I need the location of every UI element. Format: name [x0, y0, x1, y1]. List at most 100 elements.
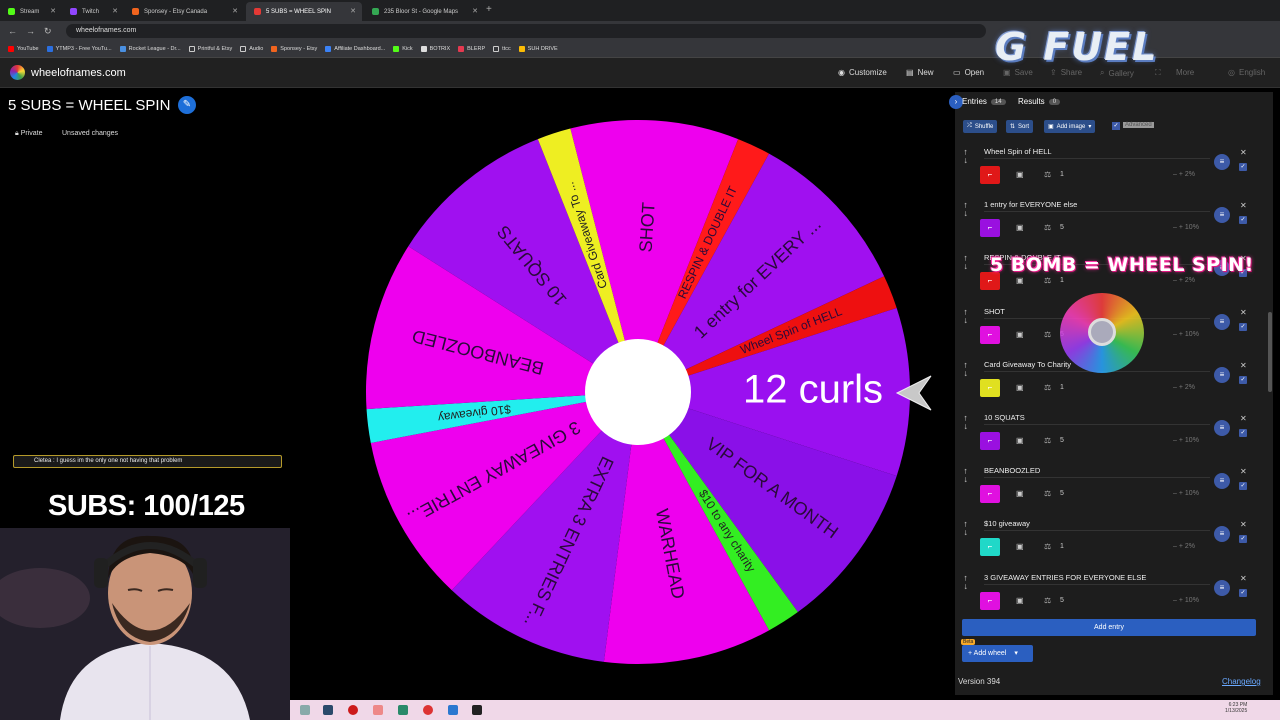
tab-twitch[interactable]: Twitch ✕	[62, 2, 124, 21]
gallery-button[interactable]: ⌕ Gallery	[1100, 68, 1134, 78]
entry-color-swatch[interactable]: ⌐	[980, 219, 1000, 238]
delete-entry-icon[interactable]: ✕	[1240, 574, 1247, 583]
close-icon[interactable]: ✕	[112, 7, 118, 15]
minus-icon[interactable]: –	[1173, 543, 1177, 550]
wheel-logo-icon[interactable]	[10, 65, 25, 80]
entry-menu-button[interactable]: ≡	[1214, 154, 1230, 170]
opera-icon[interactable]	[348, 705, 358, 715]
entry-image-icon[interactable]: ▣	[1016, 276, 1024, 285]
collapse-panel-icon[interactable]: ›	[949, 95, 963, 109]
terminal-icon[interactable]	[472, 705, 482, 715]
entry-color-swatch[interactable]: ⌐	[980, 485, 1000, 504]
entry-image-icon[interactable]: ▣	[1016, 383, 1024, 392]
reorder-arrows-icon[interactable]: ⭡ ⭣	[964, 469, 967, 485]
bookmark-folder[interactable]: ttcc	[493, 46, 511, 52]
tab-etsy[interactable]: Sponsey - Etsy Canada ✕	[124, 2, 244, 21]
entry-image-icon[interactable]: ▣	[1016, 223, 1024, 232]
reorder-arrows-icon[interactable]: ⭡ ⭣	[964, 150, 967, 166]
entry-color-swatch[interactable]: ⌐	[980, 538, 1000, 557]
back-icon[interactable]: ←	[8, 26, 17, 36]
add-wheel-button[interactable]: + Add wheel ▾	[962, 645, 1033, 662]
minus-icon[interactable]: –	[1173, 437, 1177, 444]
weight-stepper[interactable]: – + 2%	[1173, 171, 1195, 178]
bookmark-folder[interactable]: Printful & Etsy	[188, 46, 232, 52]
reload-icon[interactable]: ↻	[44, 26, 52, 37]
delete-entry-icon[interactable]: ✕	[1240, 148, 1247, 157]
new-tab-icon[interactable]: +	[486, 4, 492, 15]
entry-menu-button[interactable]: ≡	[1214, 207, 1230, 224]
weight-stepper[interactable]: – + 2%	[1173, 384, 1195, 391]
shuffle-button[interactable]: ⤮ Shuffle	[963, 120, 998, 133]
app-icon[interactable]	[448, 705, 458, 715]
entry-weight[interactable]: 1	[1060, 543, 1064, 550]
panel-scrollbar[interactable]	[1268, 312, 1272, 392]
search-icon[interactable]	[300, 705, 310, 715]
share-button[interactable]: ⇪ Share	[1050, 68, 1082, 77]
plus-icon[interactable]: +	[1179, 543, 1183, 550]
site-name[interactable]: wheelofnames.com	[31, 67, 126, 79]
new-button[interactable]: ▤ New	[906, 68, 934, 77]
add-image-button[interactable]: ▣ Add image ▾	[1044, 120, 1096, 133]
forward-icon[interactable]: →	[26, 26, 35, 36]
entry-menu-button[interactable]: ≡	[1214, 579, 1230, 596]
entry-text[interactable]: $10 giveaway	[984, 516, 1210, 532]
entry-enabled-checkbox[interactable]: ✓	[1239, 482, 1247, 491]
entry-weight[interactable]: 5	[1060, 597, 1064, 604]
add-entry-button[interactable]: Add entry	[962, 619, 1256, 636]
taskbar-clock[interactable]: 6:23 PM 1/13/2025	[1225, 702, 1247, 714]
minus-icon[interactable]: –	[1173, 331, 1177, 338]
entry-weight[interactable]: 1	[1060, 277, 1064, 284]
entry-enabled-checkbox[interactable]: ✓	[1239, 535, 1247, 544]
tab-wheel[interactable]: 5 SUBS = WHEEL SPIN ✕	[246, 2, 362, 21]
plus-icon[interactable]: +	[1179, 597, 1183, 604]
entry-menu-button[interactable]: ≡	[1214, 313, 1230, 330]
entry-weight[interactable]: 1	[1060, 171, 1064, 178]
entry-weight[interactable]: 5	[1060, 224, 1064, 231]
customize-button[interactable]: ◉ Customize	[838, 68, 887, 77]
close-icon[interactable]: ✕	[50, 7, 56, 15]
tab-results[interactable]: Results 0	[1018, 97, 1061, 106]
entry-color-swatch[interactable]: ⌐	[980, 325, 1000, 344]
reorder-arrows-icon[interactable]: ⭡ ⭣	[964, 363, 967, 379]
entry-text[interactable]: 1 entry for EVERYONE else	[984, 197, 1210, 213]
app-icon[interactable]	[398, 705, 408, 715]
bookmark-item[interactable]: YouTube	[8, 46, 39, 52]
language-button[interactable]: ◎ English	[1228, 68, 1265, 77]
reorder-arrows-icon[interactable]: ⭡ ⭣	[964, 256, 967, 272]
entry-text[interactable]: 3 GIVEAWAY ENTRIES FOR EVERYONE ELSE	[984, 570, 1210, 585]
save-button[interactable]: ▣ Save	[1003, 68, 1033, 77]
bookmark-item[interactable]: BLERP	[458, 46, 485, 52]
weight-stepper[interactable]: – + 10%	[1173, 224, 1199, 231]
entry-image-icon[interactable]: ▣	[1016, 330, 1024, 339]
minus-icon[interactable]: –	[1173, 490, 1177, 497]
delete-entry-icon[interactable]: ✕	[1240, 361, 1247, 370]
bookmark-item[interactable]: Kick	[393, 46, 413, 52]
sort-button[interactable]: ⇅ Sort	[1006, 120, 1034, 133]
weight-stepper[interactable]: – + 10%	[1173, 437, 1199, 444]
entry-enabled-checkbox[interactable]: ✓	[1239, 375, 1247, 384]
bookmark-folder[interactable]: Audio	[240, 46, 263, 52]
plus-icon[interactable]: +	[1179, 331, 1183, 338]
reorder-arrows-icon[interactable]: ⭡ ⭣	[964, 522, 967, 538]
tab-maps[interactable]: 235 Bloor St - Google Maps ✕	[364, 2, 484, 21]
entry-weight[interactable]: 5	[1060, 490, 1064, 497]
delete-entry-icon[interactable]: ✕	[1240, 308, 1247, 317]
entry-enabled-checkbox[interactable]: ✓	[1239, 322, 1247, 331]
delete-entry-icon[interactable]: ✕	[1240, 520, 1247, 529]
entry-text[interactable]: BEANBOOZLED	[984, 463, 1210, 479]
spin-wheel[interactable]: SHOT RESPIN & DOUBLE IT1 entry for EVERY …	[360, 112, 920, 672]
plus-icon[interactable]: +	[1179, 384, 1183, 391]
minus-icon[interactable]: –	[1173, 224, 1177, 231]
entry-menu-button[interactable]: ≡	[1214, 473, 1230, 490]
entry-image-icon[interactable]: ▣	[1016, 436, 1024, 445]
bookmark-item[interactable]: YTMP3 - Free YouTu...	[46, 46, 112, 52]
bookmark-item[interactable]: Sponsey - Etsy	[271, 46, 317, 52]
delete-entry-icon[interactable]: ✕	[1240, 467, 1247, 476]
tab-stream[interactable]: Stream ✕	[0, 2, 62, 21]
plus-icon[interactable]: +	[1179, 171, 1183, 178]
entry-enabled-checkbox[interactable]: ✓	[1239, 429, 1247, 437]
minus-icon[interactable]: –	[1173, 277, 1177, 284]
plus-icon[interactable]: +	[1179, 437, 1183, 444]
weight-stepper[interactable]: – + 10%	[1173, 490, 1199, 497]
tab-entries[interactable]: Entries 14	[962, 97, 1006, 106]
